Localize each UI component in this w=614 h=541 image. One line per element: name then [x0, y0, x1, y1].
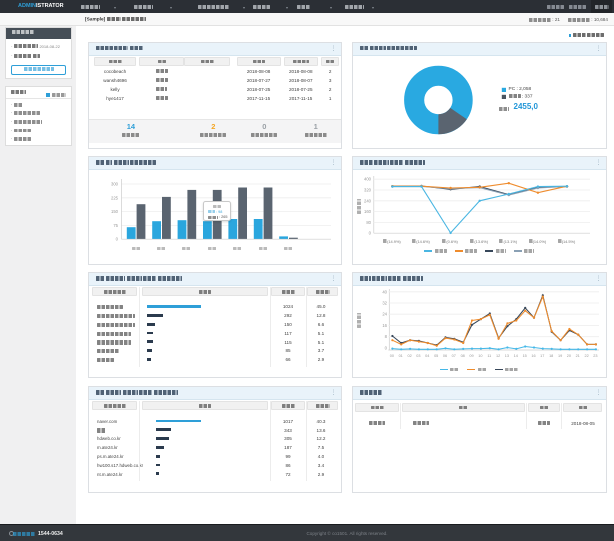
svg-text:8: 8 [384, 334, 387, 339]
svg-text:24: 24 [382, 312, 387, 317]
svg-text:150: 150 [111, 209, 119, 214]
svg-text:225: 225 [111, 195, 119, 200]
svg-text:0: 0 [368, 231, 371, 236]
svg-text:400: 400 [364, 177, 372, 182]
svg-text:40: 40 [382, 289, 387, 294]
svg-text:0: 0 [384, 345, 387, 350]
svg-text:0: 0 [116, 237, 119, 242]
svg-text:80: 80 [366, 220, 371, 225]
svg-text:16: 16 [382, 323, 387, 328]
svg-text:300: 300 [111, 182, 119, 187]
svg-text:240: 240 [364, 198, 372, 203]
svg-text:75: 75 [113, 223, 118, 228]
svg-text:160: 160 [364, 209, 372, 214]
svg-text:320: 320 [364, 188, 372, 193]
svg-text:32: 32 [382, 301, 387, 306]
